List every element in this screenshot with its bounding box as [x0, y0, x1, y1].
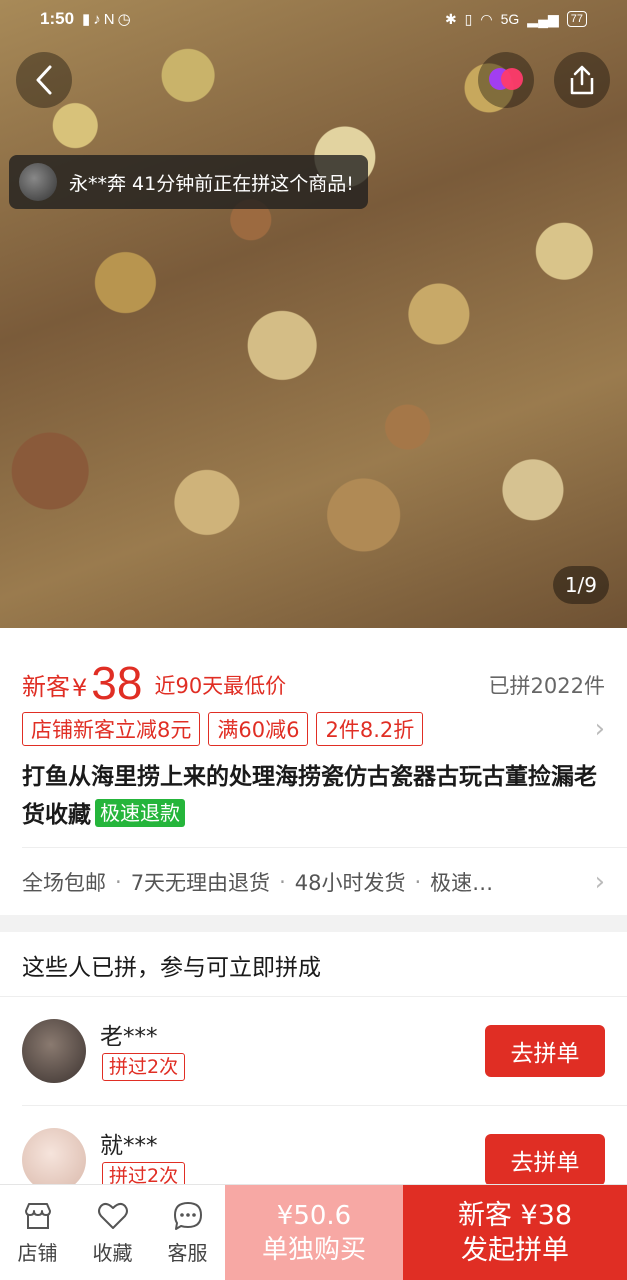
group-price: 新客 ¥38 [457, 1200, 573, 1231]
price-value: 38 [91, 657, 143, 709]
solo-price: ¥50.6 [276, 1201, 352, 1231]
divider [22, 847, 627, 848]
start-group-buy-button[interactable]: 新客 ¥38 发起拼单 [403, 1185, 627, 1280]
status-time: 1:50 [40, 9, 75, 28]
fast-refund-badge: 极速退款 [95, 799, 185, 827]
tab-customer-service[interactable]: 客服 [150, 1185, 225, 1280]
battery-icon: 77 [566, 11, 587, 27]
share-button[interactable] [554, 52, 610, 108]
join-group-button[interactable]: 去拼单 [485, 1025, 605, 1077]
status-bar: 1:50 ▮♪N◷ ✱ ▯ ◠ 5G ▂▄▆ 77 [0, 0, 627, 38]
group-label: 发起拼单 [461, 1235, 569, 1266]
coupon-tag[interactable]: 2件8.2折 [316, 712, 424, 746]
image-page-counter: 1/9 [552, 566, 609, 604]
toast-text: 永**奔 41分钟前正在拼这个商品! [69, 172, 354, 195]
tab-favorite[interactable]: 收藏 [75, 1185, 150, 1280]
join-group-button[interactable]: 去拼单 [485, 1134, 605, 1184]
separator-dot: · [279, 870, 286, 894]
chevron-right-icon[interactable]: › [585, 867, 605, 897]
back-button[interactable] [16, 52, 72, 108]
chevron-right-icon[interactable]: › [595, 714, 605, 744]
wifi-icon: ◠ [480, 10, 493, 27]
buy-alone-button[interactable]: ¥50.6 单独购买 [225, 1185, 403, 1280]
notification-icons: ▮♪N◷ [82, 11, 134, 28]
currency-symbol: ¥ [72, 674, 88, 702]
vibrate-icon: ▯ [464, 10, 473, 27]
lowest-price-tag: 近90天最低价 [154, 674, 287, 698]
group-row: 老*** 拼过2次 去拼单 [0, 997, 627, 1105]
service-item: 极速… [430, 871, 494, 895]
joined-count-badge: 拼过2次 [102, 1162, 186, 1184]
group-buy-section: 这些人已拼，参与可立即拼成 老*** 拼过2次 去拼单 就*** 拼过2次 去拼… [0, 932, 627, 1184]
tab-label: 收藏 [92, 1241, 133, 1265]
product-info-card: 新客 ¥ 38 近90天最低价 已拼2022件 店铺新客立减8元 满60减6 2… [0, 628, 627, 915]
service-item: 48小时发货 [294, 871, 406, 895]
new-customer-label: 新客 [22, 673, 70, 701]
chat-icon [173, 1202, 202, 1230]
member-name: 就*** [100, 1133, 158, 1159]
recent-buyer-toast: 永**奔 41分钟前正在拼这个商品! [9, 155, 368, 209]
separator-dot: · [115, 870, 122, 894]
signal-icon: ▂▄▆ [527, 10, 559, 27]
price-row: 新客 ¥ 38 近90天最低价 已拼2022件 [22, 648, 605, 708]
status-right-icons: ✱ ▯ ◠ 5G ▂▄▆ 77 [445, 11, 587, 28]
sold-count: 已拼2022件 [488, 674, 605, 698]
network-label: 5G [500, 11, 520, 27]
buyer-avatar [19, 163, 57, 201]
coupon-row[interactable]: 店铺新客立减8元 满60减6 2件8.2折 › [22, 712, 605, 746]
joined-count-badge: 拼过2次 [102, 1053, 186, 1081]
bluetooth-icon: ✱ [444, 10, 457, 27]
solo-label: 单独购买 [261, 1235, 366, 1265]
separator-dot: · [414, 870, 422, 894]
brand-button[interactable] [478, 52, 534, 108]
heart-icon [97, 1202, 128, 1229]
coupon-tag[interactable]: 满60减6 [208, 712, 309, 746]
share-icon [570, 65, 594, 95]
tab-label: 客服 [167, 1241, 208, 1265]
tab-store[interactable]: 店铺 [0, 1185, 75, 1280]
store-icon [24, 1203, 51, 1229]
member-name: 老*** [100, 1024, 158, 1050]
group-section-title: 这些人已拼，参与可立即拼成 [22, 955, 321, 981]
tab-label: 店铺 [17, 1241, 58, 1265]
service-item: 7天无理由退货 [130, 871, 271, 895]
product-title: 打鱼从海里捞上来的处理海捞瓷仿古瓷器古玩古董捡漏老货收藏 极速退款 [22, 758, 597, 834]
avatar [22, 1128, 86, 1184]
chevron-left-icon [36, 65, 52, 95]
group-row: 就*** 拼过2次 去拼单 [0, 1106, 627, 1184]
avatar [22, 1019, 86, 1083]
product-photo [0, 0, 627, 628]
brand-logo-icon [489, 66, 523, 94]
coupon-tag[interactable]: 店铺新客立减8元 [22, 712, 201, 746]
product-image-carousel[interactable]: 1:50 ▮♪N◷ ✱ ▯ ◠ 5G ▂▄▆ 77 永**奔 41分钟前正在拼这… [0, 0, 627, 628]
bottom-action-bar: 店铺 收藏 客服 ¥50.6 单独购买 新客 ¥38 发起拼单 [0, 1184, 627, 1280]
service-guarantees[interactable]: 全场包邮 · 7天无理由退货 · 48小时发货 · 极速… › [22, 862, 605, 902]
service-item: 全场包邮 [22, 871, 106, 895]
